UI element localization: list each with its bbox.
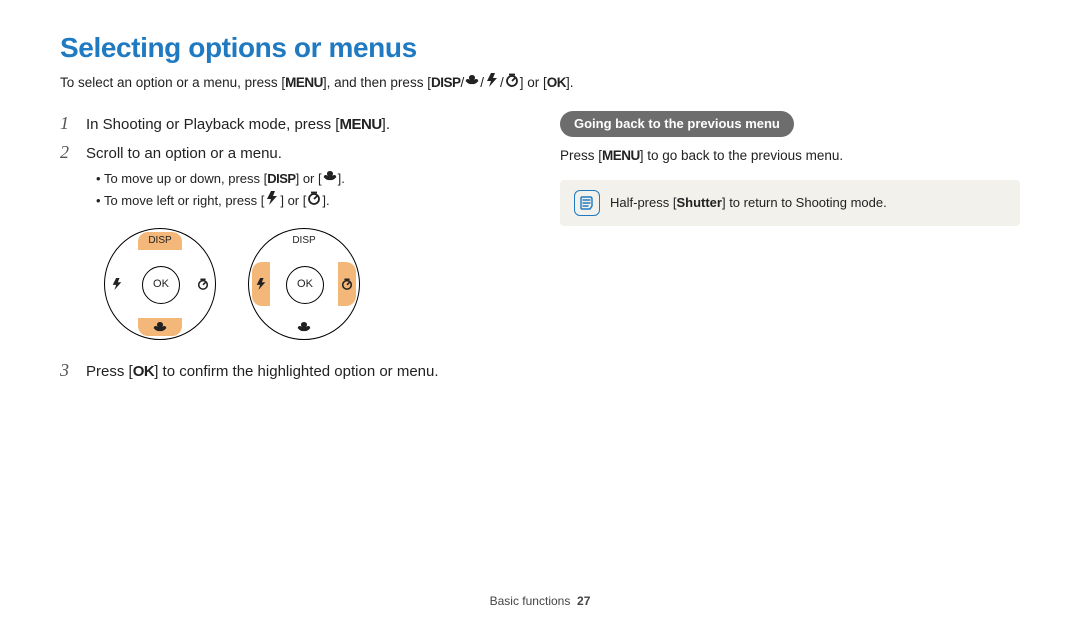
intro-b: ], and then press [: [323, 75, 431, 90]
dial-vertical: DISP OK: [104, 228, 216, 340]
step-3: 3 Press [OK] to confirm the highlighted …: [60, 358, 520, 383]
step-3-text: Press [OK] to confirm the highlighted op…: [86, 361, 439, 382]
footer-page: 27: [577, 594, 590, 608]
menu-label: MENU: [285, 75, 323, 90]
left-column: 1 In Shooting or Playback mode, press [M…: [60, 111, 520, 387]
intro-e: ].: [566, 75, 574, 90]
right-column: Going back to the previous menu Press [M…: [560, 111, 1020, 387]
dial-center-ok: OK: [286, 266, 324, 304]
step-2: 2 Scroll to an option or a menu.: [60, 140, 520, 165]
step-1-text: In Shooting or Playback mode, press [MEN…: [86, 114, 390, 135]
columns: 1 In Shooting or Playback mode, press [M…: [60, 111, 1020, 387]
note-box: Half-press [Shutter] to return to Shooti…: [560, 180, 1020, 226]
dial-diagrams: DISP OK DISP OK: [104, 228, 520, 340]
step-number: 3: [60, 358, 78, 383]
step-2-sub2: To move left or right, press [] or [].: [96, 191, 520, 210]
footer-section: Basic functions: [490, 594, 571, 608]
disp-label: DISP: [267, 171, 295, 186]
intro-a: To select an option or a menu, press [: [60, 75, 285, 90]
note-text: Half-press [Shutter] to return to Shooti…: [610, 194, 887, 212]
shutter-label: Shutter: [676, 195, 722, 210]
dial-left-flash: [108, 262, 126, 306]
ok-label: OK: [547, 75, 566, 90]
menu-label: MENU: [339, 116, 381, 133]
slash: /: [460, 75, 464, 90]
macro-icon: [465, 73, 479, 87]
ok-label: OK: [133, 363, 155, 380]
page: Selecting options or menus To select an …: [0, 0, 1080, 630]
slash3: /: [500, 75, 504, 90]
macro-icon: [323, 169, 337, 183]
menu-label: MENU: [602, 148, 640, 163]
flash-icon: [265, 191, 279, 205]
dial-center-ok: OK: [142, 266, 180, 304]
dial-bottom-macro: [138, 318, 182, 336]
dial-right-timer: [338, 262, 356, 306]
page-footer: Basic functions 27: [0, 593, 1080, 610]
note-icon: [574, 190, 600, 216]
step-1: 1 In Shooting or Playback mode, press [M…: [60, 111, 520, 136]
dial-bottom-macro: [282, 318, 326, 336]
dial-horizontal: DISP OK: [248, 228, 360, 340]
flash-icon: [485, 73, 499, 87]
intro-text: To select an option or a menu, press [ME…: [60, 73, 1020, 93]
slash2: /: [480, 75, 484, 90]
page-title: Selecting options or menus: [60, 28, 1020, 67]
section-pill: Going back to the previous menu: [560, 111, 794, 137]
timer-icon: [505, 73, 519, 87]
dial-right-timer: [194, 262, 212, 306]
step-number: 1: [60, 111, 78, 136]
disp-label: DISP: [431, 75, 461, 90]
step-2-text: Scroll to an option or a menu.: [86, 143, 282, 164]
dial-top-disp: DISP: [282, 232, 326, 250]
intro-d: ] or [: [520, 75, 547, 90]
back-instruction: Press [MENU] to go back to the previous …: [560, 147, 1020, 166]
dial-top-disp: DISP: [138, 232, 182, 250]
step-2-sub1: To move up or down, press [DISP] or [].: [96, 169, 520, 188]
dial-left-flash: [252, 262, 270, 306]
timer-icon: [307, 191, 321, 205]
step-number: 2: [60, 140, 78, 165]
